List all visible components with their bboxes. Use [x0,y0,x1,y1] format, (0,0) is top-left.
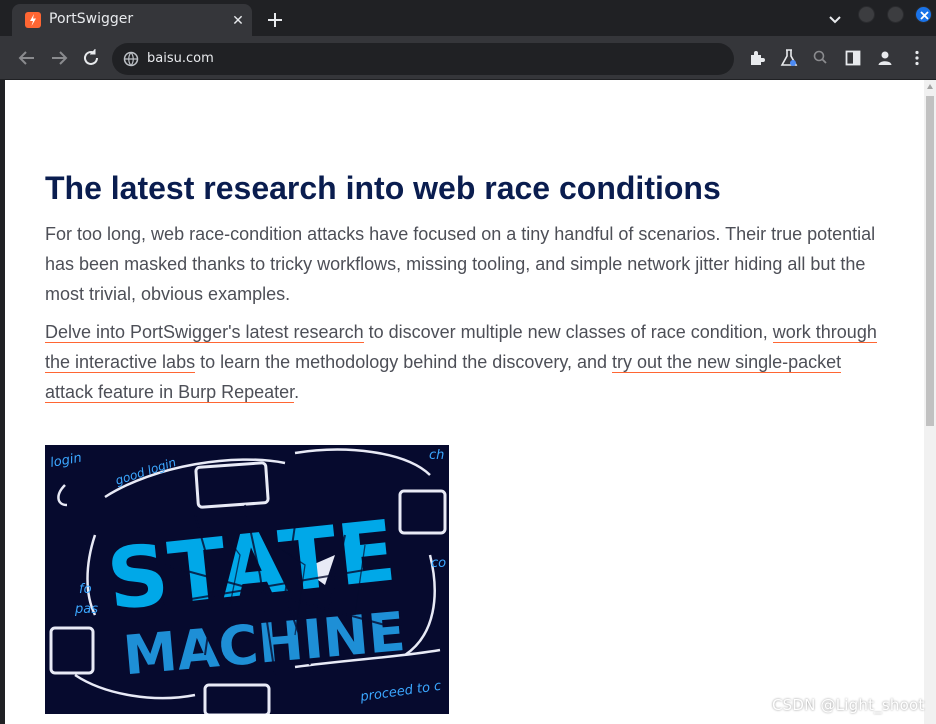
tab-close-icon[interactable]: ✕ [228,10,248,30]
url-text[interactable]: baisu.com [147,51,214,66]
scribble-pas: pas [74,602,98,617]
back-arrow-icon[interactable] [16,47,38,69]
new-tab-button[interactable] [262,7,288,33]
globe-icon[interactable] [123,51,139,67]
tab-strip: PortSwigger ✕ [0,0,936,36]
profile-avatar-icon[interactable] [875,48,895,68]
menu-kebab-icon[interactable] [907,48,927,68]
address-bar[interactable]: baisu.com [112,43,734,75]
scrollbar-thumb[interactable] [926,96,934,426]
labs-flask-icon[interactable] [779,48,799,68]
state-machine-hero-image[interactable]: login good login ch fo pas co proceed to… [45,445,449,714]
tab-search-chevron-icon[interactable] [824,10,846,28]
scribble-ch: ch [429,448,444,463]
window-close-button[interactable] [915,6,932,23]
browser-toolbar: baisu.com [0,36,936,80]
scribble-co: co [431,556,446,571]
article-intro: For too long, web race-condition attacks… [45,224,876,304]
scroll-up-arrow-icon[interactable] [927,84,933,89]
page-viewport: The latest research into web race condit… [5,80,924,724]
reload-icon[interactable] [80,47,102,69]
forward-arrow-icon[interactable] [48,47,70,69]
research-link[interactable]: Delve into PortSwigger's latest research [45,322,364,343]
tab-title: PortSwigger [49,11,134,27]
article-cta-paragraph: Delve into PortSwigger's latest research… [45,317,885,407]
window-minimize-button[interactable] [858,6,875,23]
cta-text-2: to learn the methodology behind the disc… [195,352,613,372]
zoom-search-icon[interactable] [811,48,831,68]
scribble-fo: fo [79,582,92,597]
extensions-puzzle-icon[interactable] [747,48,767,68]
cta-text-3: . [294,382,300,402]
side-panel-icon[interactable] [843,48,863,68]
watermark: CSDN @Light_shoot [772,696,925,714]
browser-tab[interactable]: PortSwigger ✕ [12,4,252,36]
cta-text-1: to discover multiple new classes of race… [363,322,773,342]
portswigger-favicon-icon [25,12,41,28]
article-headline: The latest research into web race condit… [45,170,721,206]
page-scrollbar[interactable] [924,80,936,724]
window-maximize-button[interactable] [887,6,904,23]
